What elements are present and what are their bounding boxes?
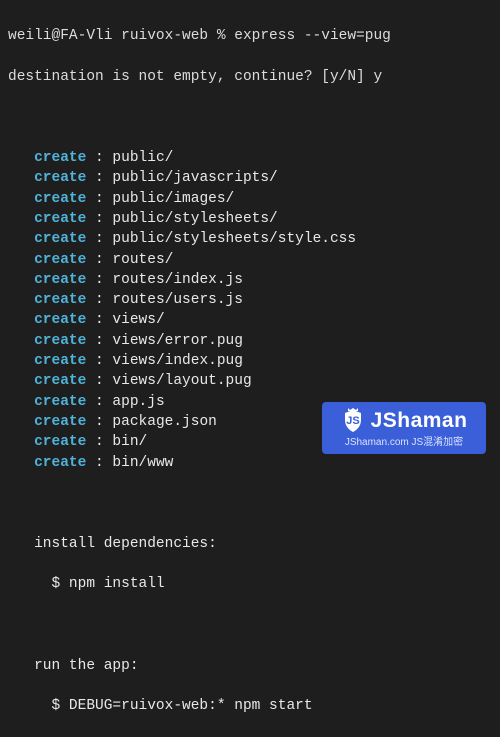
- create-path: : bin/www: [86, 455, 173, 471]
- create-line: create : public/javascripts/: [8, 168, 492, 188]
- create-path: : public/stylesheets/: [86, 211, 277, 227]
- terminal-output: weili@FA-Vli ruivox-web % express --view…: [8, 6, 492, 737]
- create-keyword: create: [8, 434, 86, 450]
- create-keyword: create: [8, 211, 86, 227]
- shell-prompt-line-2: destination is not empty, continue? [y/N…: [8, 67, 492, 87]
- create-line: create : views/layout.pug: [8, 371, 492, 391]
- create-line: create : public/: [8, 148, 492, 168]
- create-keyword: create: [8, 394, 86, 410]
- create-path: : routes/index.js: [86, 272, 243, 288]
- create-line: create : bin/www: [8, 453, 492, 473]
- install-dependencies-cmd: $ npm install: [8, 574, 492, 594]
- create-path: : routes/: [86, 252, 173, 268]
- create-keyword: create: [8, 353, 86, 369]
- create-path: : views/index.pug: [86, 353, 243, 369]
- create-keyword: create: [8, 414, 86, 430]
- svg-text:JS: JS: [346, 415, 359, 427]
- create-keyword: create: [8, 252, 86, 268]
- create-path: : public/javascripts/: [86, 170, 277, 186]
- create-line: create : views/error.pug: [8, 331, 492, 351]
- blank-line: [8, 615, 492, 635]
- create-path: : app.js: [86, 394, 164, 410]
- run-app-cmd: $ DEBUG=ruivox-web:* npm start: [8, 696, 492, 716]
- create-keyword: create: [8, 333, 86, 349]
- create-keyword: create: [8, 312, 86, 328]
- create-line: create : views/: [8, 310, 492, 330]
- run-app-header: run the app:: [8, 656, 492, 676]
- create-path: : views/: [86, 312, 164, 328]
- create-keyword: create: [8, 373, 86, 389]
- create-keyword: create: [8, 231, 86, 247]
- create-line: create : routes/users.js: [8, 290, 492, 310]
- create-path: : views/layout.pug: [86, 373, 251, 389]
- create-line: create : routes/index.js: [8, 270, 492, 290]
- create-line: create : public/images/: [8, 189, 492, 209]
- create-path: : public/images/: [86, 191, 234, 207]
- create-path: : public/: [86, 150, 173, 166]
- watermark-subtitle: JShaman.com JS混淆加密: [345, 436, 463, 450]
- create-keyword: create: [8, 292, 86, 308]
- create-keyword: create: [8, 191, 86, 207]
- create-path: : routes/users.js: [86, 292, 243, 308]
- watermark-title: JShaman: [371, 406, 468, 435]
- blank-line: [8, 107, 492, 127]
- create-line: create : routes/: [8, 250, 492, 270]
- blank-line: [8, 493, 492, 513]
- install-dependencies-header: install dependencies:: [8, 534, 492, 554]
- create-path: : package.json: [86, 414, 217, 430]
- shield-crown-icon: JS: [341, 407, 365, 433]
- create-keyword: create: [8, 150, 86, 166]
- create-keyword: create: [8, 272, 86, 288]
- create-path: : views/error.pug: [86, 333, 243, 349]
- jshaman-watermark: JS JShaman JShaman.com JS混淆加密: [322, 402, 486, 454]
- create-line: create : public/stylesheets/style.css: [8, 229, 492, 249]
- create-line: create : views/index.pug: [8, 351, 492, 371]
- create-path: : bin/: [86, 434, 147, 450]
- create-keyword: create: [8, 455, 86, 471]
- create-line: create : public/stylesheets/: [8, 209, 492, 229]
- create-keyword: create: [8, 170, 86, 186]
- shell-prompt-line-1: weili@FA-Vli ruivox-web % express --view…: [8, 26, 492, 46]
- create-path: : public/stylesheets/style.css: [86, 231, 356, 247]
